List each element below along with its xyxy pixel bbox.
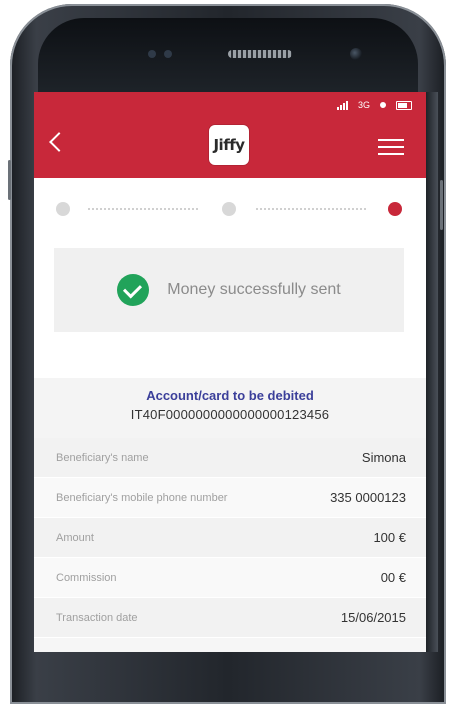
debit-account-section: Account/card to be debited IT40F00000000… — [34, 378, 426, 438]
detail-label: Transaction date — [56, 611, 138, 624]
status-bar: 3G — [336, 98, 412, 112]
progress-stepper — [34, 178, 426, 238]
back-icon[interactable] — [49, 132, 69, 152]
debit-account-title: Account/card to be debited — [146, 388, 314, 403]
detail-value: 335 0000123 — [330, 490, 406, 505]
detail-value: 00 € — [380, 570, 406, 585]
app-logo: Jiffy — [209, 125, 249, 165]
detail-row-commission: Commission 00 € — [34, 558, 426, 598]
proximity-sensor — [148, 50, 156, 58]
front-camera — [350, 48, 362, 60]
debit-account-iban: IT40F0000000000000000123456 — [130, 407, 330, 422]
logo-text: Jiffy — [213, 136, 245, 154]
step-connector-1 — [88, 208, 198, 210]
check-circle-icon — [117, 274, 150, 306]
success-banner: Money successfully sent — [54, 248, 404, 332]
detail-row-transaction-date: Transaction date 15/06/2015 — [34, 598, 426, 638]
detail-row-beneficiary-phone: Beneficiary's mobile phone number 335 00… — [34, 478, 426, 518]
earpiece-speaker — [228, 50, 292, 58]
detail-label: Beneficiary's name — [56, 451, 149, 464]
detail-label: Amount — [56, 531, 94, 544]
step-1-dot — [56, 202, 70, 216]
network-type: 3G — [357, 100, 370, 110]
volume-button — [8, 160, 11, 200]
step-2-dot — [222, 202, 236, 216]
detail-value: 15/06/2015 — [340, 610, 406, 625]
detail-row-amount: Amount 100 € — [34, 518, 426, 558]
step-3-dot — [388, 202, 402, 216]
success-message: Money successfully sent — [167, 281, 341, 298]
transaction-details: Beneficiary's name Simona Beneficiary's … — [34, 438, 426, 638]
step-connector-2 — [256, 208, 366, 210]
light-sensor — [164, 50, 172, 58]
detail-value: 100 € — [373, 530, 406, 545]
alarm-icon — [380, 102, 386, 108]
success-section: Money successfully sent — [34, 238, 426, 378]
signal-icon — [336, 100, 348, 110]
detail-label: Beneficiary's mobile phone number — [56, 491, 228, 504]
detail-value: Simona — [361, 450, 406, 465]
phone-top-bezel — [38, 18, 418, 94]
hamburger-menu-icon[interactable] — [378, 139, 404, 155]
app-header: 3G Jiffy — [34, 92, 426, 178]
detail-label: Commission — [56, 571, 117, 584]
power-button — [440, 180, 443, 230]
phone-right-edge — [426, 92, 438, 652]
app-screen: 3G Jiffy Money successfully sent Account… — [34, 92, 426, 652]
battery-icon — [396, 100, 412, 110]
detail-row-beneficiary-name: Beneficiary's name Simona — [34, 438, 426, 478]
